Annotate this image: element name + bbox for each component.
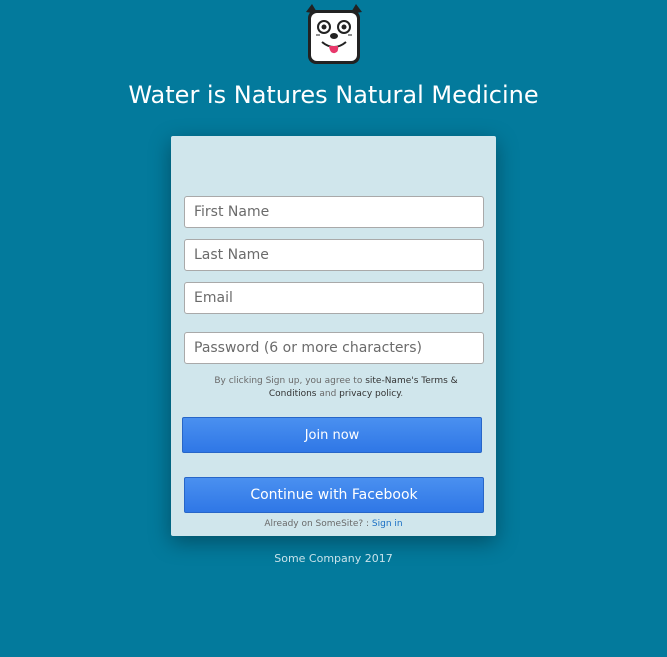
page-title: Water is Natures Natural Medicine (128, 81, 539, 109)
signin-prefix: Already on SomeSite? : (264, 519, 372, 529)
terms-prefix: By clicking Sign up, you agree to (214, 376, 366, 386)
last-name-input[interactable] (184, 239, 484, 271)
password-input[interactable] (184, 332, 484, 364)
terms-suffix: . (400, 389, 404, 399)
email-input[interactable] (184, 282, 484, 314)
terms-and: and (316, 389, 340, 399)
signin-link[interactable]: Sign in (372, 519, 403, 529)
signup-card: By clicking Sign up, you agree to site-N… (171, 136, 496, 536)
dog-mascot-icon (306, 4, 362, 64)
privacy-link[interactable]: privacy policy (339, 389, 400, 399)
first-name-input[interactable] (184, 196, 484, 228)
facebook-button[interactable]: Continue with Facebook (184, 477, 484, 513)
footer-text: Some Company 2017 (274, 552, 393, 565)
join-now-button[interactable]: Join now (182, 417, 482, 453)
logo (302, 2, 366, 66)
signin-text: Already on SomeSite? : Sign in (171, 518, 496, 530)
terms-text: By clicking Sign up, you agree to site-N… (201, 375, 471, 401)
